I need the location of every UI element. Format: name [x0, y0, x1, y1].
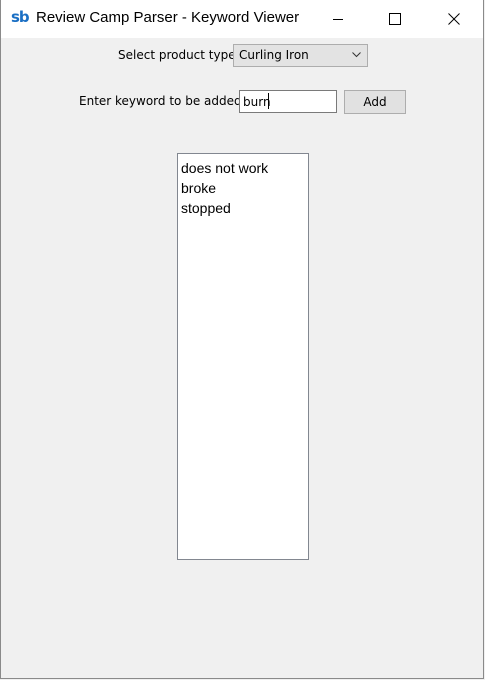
product-type-dropdown[interactable]: Curling Iron [233, 44, 368, 67]
list-item[interactable]: stopped [178, 198, 308, 218]
product-type-value: Curling Iron [239, 48, 309, 62]
app-logo-icon: sb [11, 8, 30, 26]
minimize-button[interactable] [315, 0, 361, 38]
maximize-button[interactable] [372, 0, 418, 38]
minimize-icon [333, 19, 343, 20]
window-title: Review Camp Parser - Keyword Viewer [36, 9, 300, 26]
list-item[interactable]: broke [178, 178, 308, 198]
keyword-listbox[interactable]: does not work broke stopped [177, 153, 309, 560]
close-icon [448, 13, 460, 25]
keyword-label: Enter keyword to be added [79, 94, 242, 108]
maximize-icon [389, 13, 401, 25]
product-type-label: Select product type [118, 48, 236, 62]
list-item[interactable]: does not work [178, 158, 308, 178]
chevron-down-icon [352, 52, 361, 58]
title-bar[interactable]: sb Review Camp Parser - Keyword Viewer [1, 0, 483, 38]
add-button[interactable]: Add [344, 90, 406, 114]
close-button[interactable] [431, 0, 477, 38]
app-window: sb Review Camp Parser - Keyword Viewer S… [0, 0, 484, 679]
keyword-input[interactable] [239, 90, 337, 113]
text-caret [268, 93, 269, 109]
